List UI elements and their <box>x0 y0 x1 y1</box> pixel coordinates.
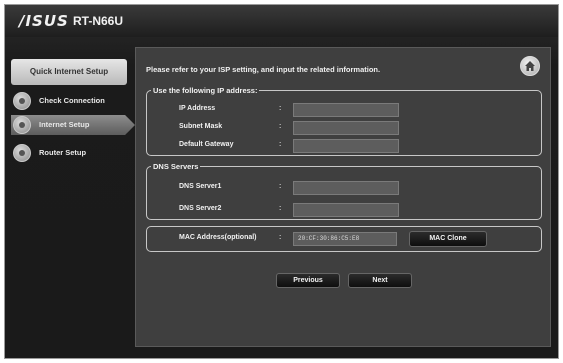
sidebar-item-label: Internet Setup <box>39 120 90 129</box>
dns-server2-label: DNS Server2 <box>179 205 222 212</box>
ip-address-section: Use the following IP address: IP Address… <box>146 86 542 156</box>
step-circle-icon <box>13 144 31 162</box>
home-button[interactable] <box>520 56 540 76</box>
dns-server1-label: DNS Server1 <box>179 183 222 190</box>
mac-address-field[interactable]: 20:CF:30:86:C5:E8 <box>293 232 397 246</box>
previous-button[interactable]: Previous <box>276 273 340 288</box>
default-gateway-label: Default Gateway <box>179 141 234 148</box>
sidebar-item-label: Router Setup <box>39 148 87 157</box>
sidebar-item-label: Check Connection <box>39 96 105 105</box>
separator: : <box>279 234 282 241</box>
mac-address-row: MAC Address(optional) : 20:CF:30:86:C5:E… <box>147 231 541 247</box>
separator: : <box>279 205 282 212</box>
app-window: /ISUS RT-N66U Quick Internet Setup Check… <box>4 4 559 359</box>
subnet-mask-field[interactable] <box>293 121 399 135</box>
instruction-text: Please refer to your ISP setting, and in… <box>146 65 381 74</box>
separator: : <box>279 123 282 130</box>
dns-servers-section: DNS Servers DNS Server1 : DNS Server2 : <box>146 162 542 220</box>
next-button[interactable]: Next <box>348 273 412 288</box>
ip-address-row: IP Address : <box>147 103 541 117</box>
dns-server1-row: DNS Server1 : <box>147 181 541 195</box>
dns-server2-field[interactable] <box>293 203 399 217</box>
separator: : <box>279 183 282 190</box>
dns-server2-row: DNS Server2 : <box>147 203 541 217</box>
sidebar-item-internet-setup[interactable]: Internet Setup <box>11 115 135 135</box>
mac-address-section: MAC Address(optional) : 20:CF:30:86:C5:E… <box>146 226 542 252</box>
sidebar-item-router-setup[interactable]: Router Setup <box>11 143 127 163</box>
default-gateway-field[interactable] <box>293 139 399 153</box>
separator: : <box>279 141 282 148</box>
ip-address-field[interactable] <box>293 103 399 117</box>
subnet-mask-label: Subnet Mask <box>179 123 223 130</box>
mac-clone-button[interactable]: MAC Clone <box>409 231 487 247</box>
main-panel: Please refer to your ISP setting, and in… <box>135 47 551 347</box>
mac-address-label: MAC Address(optional) <box>179 234 257 241</box>
brand-logo: /ISUS <box>19 12 69 30</box>
default-gateway-row: Default Gateway : <box>147 139 541 153</box>
dns-server1-field[interactable] <box>293 181 399 195</box>
step-circle-icon <box>13 92 31 110</box>
sidebar-title: Quick Internet Setup <box>11 59 127 85</box>
dns-section-legend: DNS Servers <box>153 162 199 171</box>
header-bar: /ISUS RT-N66U <box>5 5 558 37</box>
step-circle-icon <box>13 116 31 134</box>
separator: : <box>279 105 282 112</box>
home-icon <box>525 61 535 71</box>
ip-section-legend: Use the following IP address: <box>153 86 258 95</box>
subnet-mask-row: Subnet Mask : <box>147 121 541 135</box>
sidebar-item-check-connection[interactable]: Check Connection <box>11 91 127 111</box>
model-name: RT-N66U <box>73 14 124 28</box>
ip-address-label: IP Address <box>179 105 216 112</box>
